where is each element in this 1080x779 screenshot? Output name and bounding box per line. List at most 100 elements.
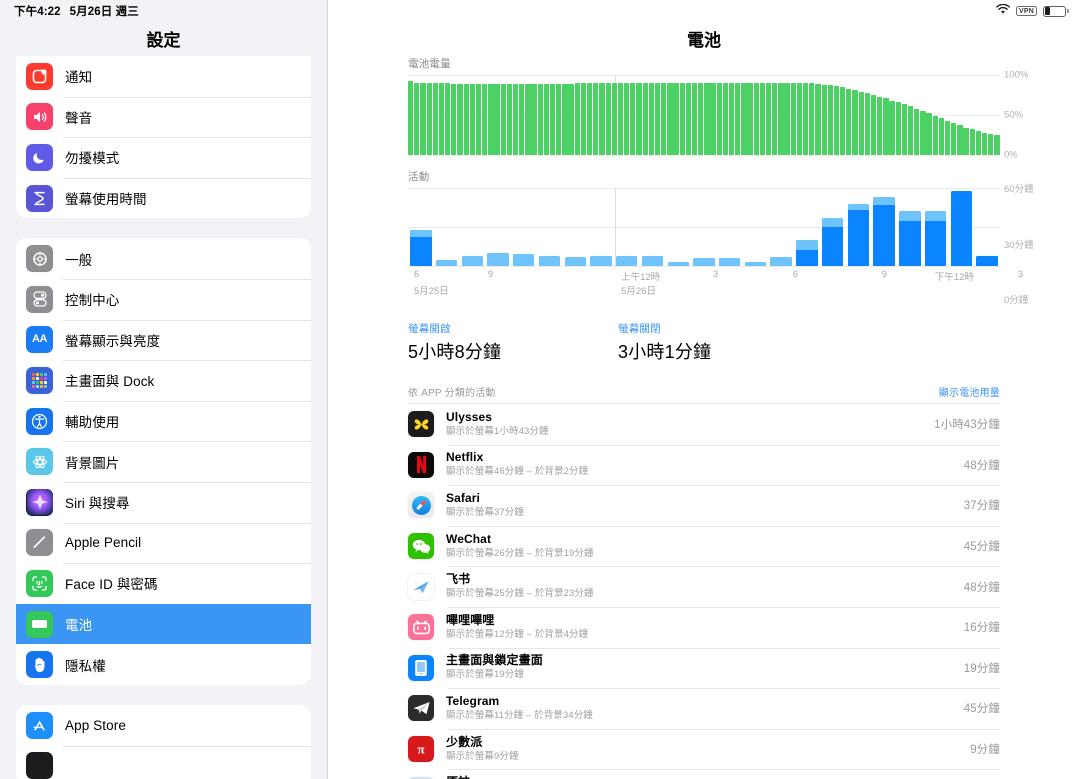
battery-level-bar — [648, 83, 654, 155]
app-row-ulysses[interactable]: Ulysses 顯示於螢幕1小時43分鐘 1小時43分鐘 — [408, 404, 1000, 445]
app-time: 45分鐘 — [963, 541, 1000, 554]
app-row-safari[interactable]: Safari 顯示於螢幕37分鐘 37分鐘 — [408, 485, 1000, 526]
battery-level-bar — [506, 83, 513, 155]
sidebar-item-home-screen-dock[interactable]: 主畫面與 Dock — [16, 360, 311, 401]
activity-bar-background — [461, 255, 484, 266]
home-screen-dock-icon — [26, 366, 53, 394]
activity-bar-screen-on — [796, 250, 818, 266]
battery-level-bar — [784, 83, 790, 155]
sidebar-item-label: Siri 與搜尋 — [65, 496, 130, 512]
app-usage-list: Ulysses 顯示於螢幕1小時43分鐘 1小時43分鐘 Netflix 顯示於… — [408, 403, 1000, 779]
battery-level-bar — [488, 83, 494, 155]
sidebar-item-wallpaper[interactable]: 背景圖片 — [16, 441, 311, 482]
battery-level-bar — [593, 83, 599, 155]
battery-level-bar — [815, 83, 821, 155]
battery-level-bar — [833, 86, 840, 155]
activity-bar-background — [616, 255, 638, 266]
battery-level-bar — [907, 106, 914, 155]
battery-level-bar — [821, 84, 827, 155]
general-gear-icon — [26, 245, 53, 273]
app-row-wechat[interactable]: WeChat 顯示於螢幕26分鐘 – 於背景19分鐘 45分鐘 — [408, 525, 1000, 567]
app-time: 16分鐘 — [963, 622, 1000, 635]
x-tick: 3 — [1017, 269, 1024, 280]
activity-bar-screen-on — [847, 210, 870, 266]
activity-bar — [665, 188, 691, 266]
sidebar-item-partial[interactable] — [16, 745, 311, 779]
battery-level-bar — [420, 83, 426, 155]
sidebar-item-do-not-disturb[interactable]: 勿擾模式 — [16, 137, 311, 178]
sidebar-item-app-store[interactable]: App Store — [16, 705, 311, 746]
activity-bar-background — [435, 259, 458, 266]
status-bar: 下午4:22 5月26日 週三 VPN — [0, 0, 1080, 22]
sidebar-item-display-brightness[interactable]: AA 螢幕顯示與亮度 — [16, 319, 311, 361]
app-text: Netflix 顯示於螢幕46分鐘 – 於背景2分鐘 — [446, 450, 588, 479]
activity-bar-background — [770, 256, 792, 266]
sidebar-item-label: App Store — [65, 717, 126, 733]
sidebar-item-apple-pencil[interactable]: Apple Pencil — [16, 522, 311, 564]
activity-bar-background — [693, 258, 715, 266]
app-text: 飞书 顯示於螢幕25分鐘 – 於背景23分鐘 — [446, 572, 594, 601]
y-tick: 60分鐘 — [1004, 184, 1034, 195]
app-row-feishu[interactable]: 飞书 顯示於螢幕25分鐘 – 於背景23分鐘 48分鐘 — [408, 566, 1000, 607]
sidebar-item-siri-search[interactable]: Siri 與搜尋 — [16, 481, 311, 523]
app-row-telegram[interactable]: Telegram 顯示於螢幕11分鐘 – 於背景34分鐘 45分鐘 — [408, 688, 1000, 729]
sidebar-item-screen-time[interactable]: 螢幕使用時間 — [16, 177, 311, 219]
activity-bar-screen-on — [976, 255, 998, 266]
x-tick: 9 — [487, 269, 494, 280]
app-row-bilibili[interactable]: 嗶哩嗶哩 顯示於螢幕12分鐘 – 於背景4分鐘 16分鐘 — [408, 606, 1000, 648]
status-left: 下午4:22 5月26日 週三 — [14, 3, 139, 19]
svg-text:π: π — [417, 741, 424, 756]
battery-level-bar — [586, 83, 593, 155]
battery-level-bar — [568, 83, 574, 155]
sidebar-item-privacy[interactable]: 隱私權 — [16, 644, 311, 685]
sidebar-item-control-center[interactable]: 控制中心 — [16, 278, 311, 320]
activity-bar-background — [641, 255, 664, 266]
sidebar-item-label: 勿擾模式 — [65, 151, 120, 167]
sidebar-item-label: 通知 — [65, 70, 93, 86]
app-name: Safari — [446, 491, 480, 506]
activity-bar — [717, 188, 743, 266]
sidebar-item-face-id-passcode[interactable]: Face ID 與密碼 — [16, 563, 311, 604]
activity-chart: 60分鐘 30分鐘 0分鐘 6 9 上午12時 3 6 9 下午12時 3 5月… — [408, 184, 1034, 306]
sidebar-item-accessibility[interactable]: 輔助使用 — [16, 400, 311, 442]
sidebar-item-battery[interactable]: 電池 — [16, 603, 311, 645]
screen-on-summary: 螢幕開啟 5小時8分鐘 — [408, 321, 618, 364]
battery-level-bar — [630, 83, 636, 155]
show-battery-usage-button[interactable]: 顯示電池用量 — [939, 384, 1000, 399]
sidebar-item-sounds[interactable]: 聲音 — [16, 96, 311, 138]
battery-level-bar — [451, 83, 457, 155]
app-detail: 顯示於螢幕9分鐘 — [446, 750, 519, 762]
battery-level-bar — [525, 83, 531, 155]
wechat-icon — [408, 533, 434, 560]
battery-level-bar — [858, 91, 864, 155]
battery-level-bar — [932, 115, 938, 155]
activity-bar-background — [538, 255, 561, 266]
app-row-netflix[interactable]: Netflix 顯示於螢幕46分鐘 – 於背景2分鐘 48分鐘 — [408, 444, 1000, 486]
app-detail: 顯示於螢幕19分鐘 — [446, 669, 524, 681]
x-tick: 9 — [881, 269, 887, 280]
app-row-sspai[interactable]: π 少數派 顯示於螢幕9分鐘 9分鐘 — [408, 728, 1000, 770]
app-row-genshin[interactable]: 原神 顯示於螢幕5分鐘 – 於背景9分鐘 14分鐘 — [408, 769, 1000, 779]
x-tick: 6 — [792, 269, 799, 280]
y-tick: 30分鐘 — [1004, 239, 1034, 251]
battery-level-bar — [432, 83, 438, 155]
sidebar-item-general[interactable]: 一般 — [16, 238, 311, 279]
status-time: 下午4:22 — [14, 6, 61, 18]
battery-level-bar — [673, 83, 679, 155]
battery-level-bar — [772, 83, 778, 155]
ipad-settings-screen: 下午4:22 5月26日 週三 VPN 設定 通知 聲音 勿擾模式 螢幕使用時間… — [0, 0, 1080, 779]
sidebar-item-notifications[interactable]: 通知 — [16, 56, 311, 97]
activity-bar — [820, 188, 846, 266]
sidebar-scroll-area[interactable]: 通知 聲音 勿擾模式 螢幕使用時間 一般 控制中心 AA 螢幕顯示與亮度 主畫面… — [0, 56, 327, 779]
battery-level-bar — [500, 83, 506, 155]
app-time: 37分鐘 — [963, 500, 1000, 513]
battery-level-bar — [963, 127, 969, 155]
battery-level-bar — [778, 83, 784, 155]
activity-bar — [562, 188, 588, 266]
app-detail: 顯示於螢幕26分鐘 – 於背景19分鐘 — [446, 547, 594, 559]
vpn-badge: VPN — [1016, 6, 1037, 16]
detail-scroll-area[interactable]: 電池電量 100% 50% 0% 活動 60分鐘 30分鐘 0分鐘 6 9 上午… — [328, 56, 1080, 779]
battery-level-bar — [580, 83, 587, 155]
app-row-home-lock-screen[interactable]: 主畫面與鎖定畫面 顯示於螢幕19分鐘 19分鐘 — [408, 647, 1000, 689]
activity-bar — [408, 188, 434, 266]
